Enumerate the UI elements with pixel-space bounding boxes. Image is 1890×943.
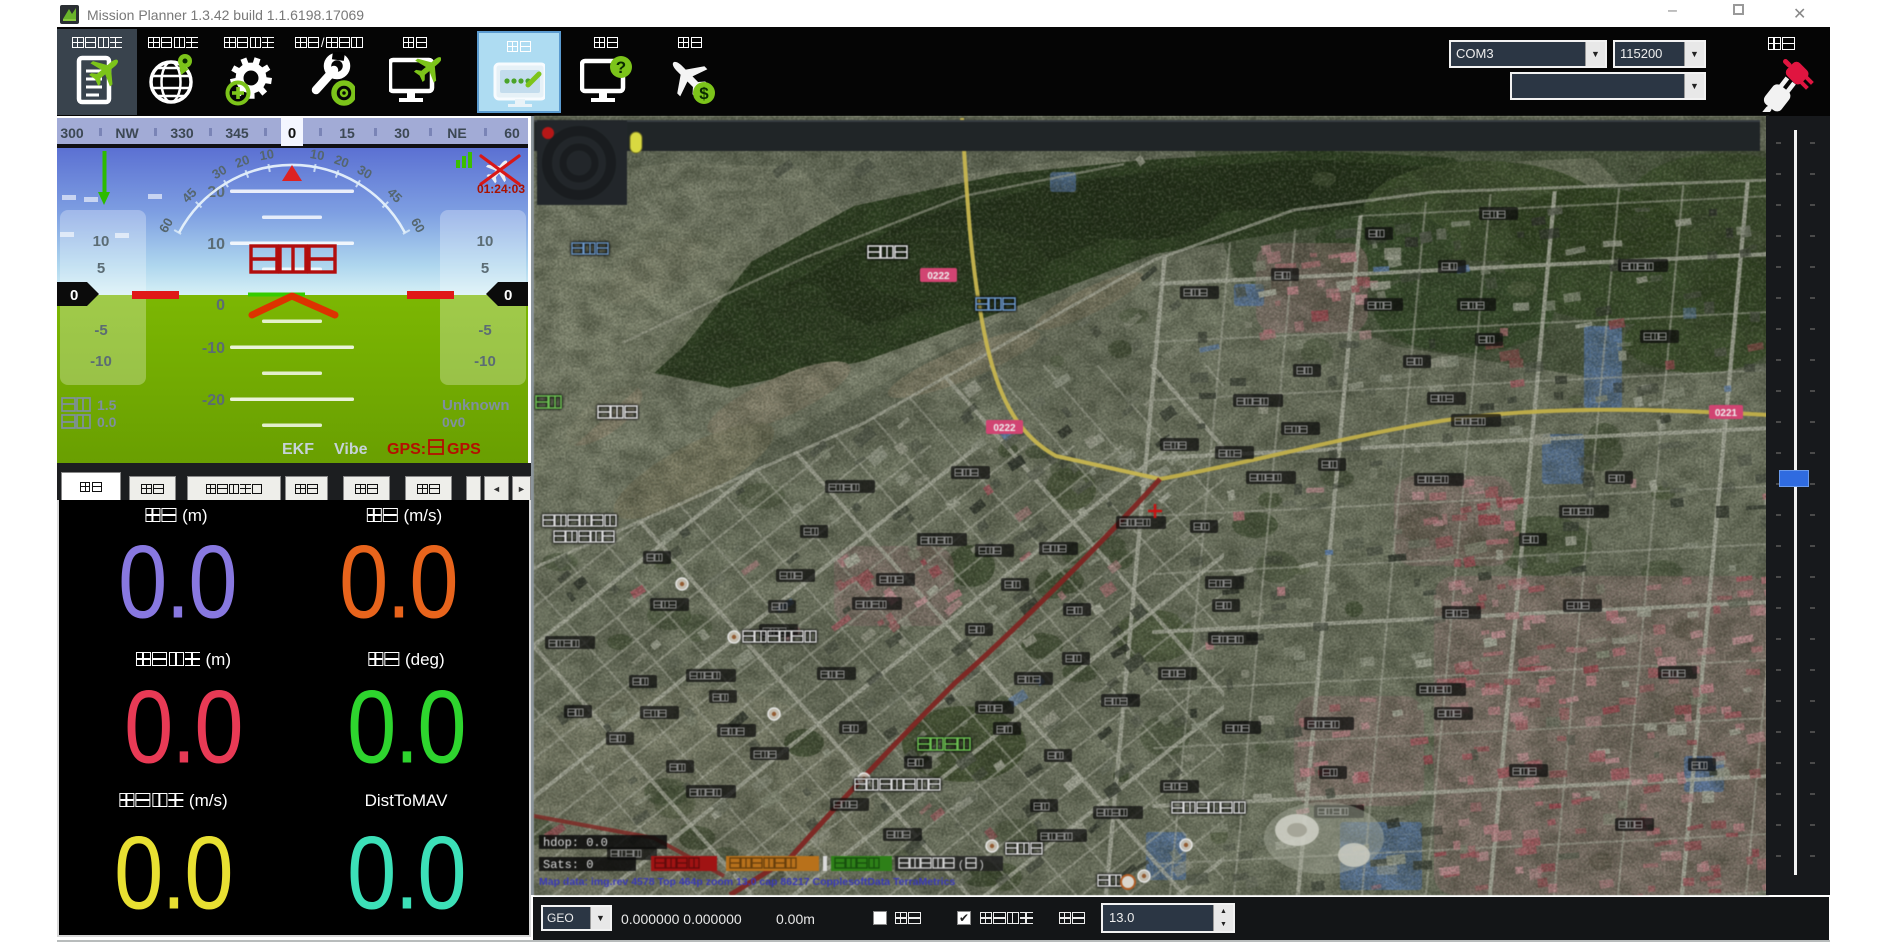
svg-text:5: 5 [481, 260, 489, 277]
svg-text:(: ( [959, 859, 963, 871]
svg-text:300: 300 [60, 125, 84, 141]
svg-text:): ) [980, 859, 984, 871]
svg-text:60: 60 [504, 125, 520, 141]
svg-text:GPS:: GPS: [387, 441, 426, 458]
svg-text:0: 0 [216, 297, 225, 314]
svg-text:10: 10 [93, 233, 110, 250]
svg-text:10: 10 [258, 146, 275, 163]
svg-text:-5: -5 [478, 322, 491, 339]
svg-text:01:24:03: 01:24:03 [477, 182, 525, 196]
svg-text:5: 5 [97, 260, 105, 277]
svg-text:10: 10 [477, 233, 494, 250]
svg-text:Sats: 0: Sats: 0 [543, 858, 593, 872]
svg-text:Vibe: Vibe [334, 441, 368, 458]
svg-text:10: 10 [309, 146, 326, 163]
svg-text:Map data: img.rev 4578 Top 464: Map data: img.rev 4578 Top 464p zoom 13.… [539, 876, 955, 888]
svg-text:-20: -20 [202, 392, 225, 409]
svg-text:330: 330 [170, 125, 194, 141]
svg-text:Unknown: Unknown [442, 397, 510, 414]
svg-text:1.5: 1.5 [97, 397, 117, 413]
svg-text:0.0: 0.0 [97, 414, 117, 430]
svg-text:0222: 0222 [993, 423, 1016, 434]
svg-text:0222: 0222 [927, 271, 950, 282]
svg-text:?: ? [616, 58, 626, 77]
svg-text:0: 0 [504, 287, 512, 304]
svg-text:$: $ [699, 84, 709, 103]
svg-text:15: 15 [339, 125, 355, 141]
svg-text:0v0: 0v0 [442, 414, 466, 430]
svg-text:345: 345 [225, 125, 249, 141]
svg-text:EKF: EKF [282, 441, 314, 458]
svg-text:0221: 0221 [1715, 408, 1738, 419]
svg-text:NW: NW [115, 125, 139, 141]
svg-text:10: 10 [207, 236, 225, 253]
svg-text:-10: -10 [90, 353, 112, 370]
svg-text:0: 0 [70, 287, 78, 304]
svg-text:-5: -5 [94, 322, 107, 339]
svg-text:hdop: 0.0: hdop: 0.0 [543, 836, 608, 850]
svg-text:-10: -10 [474, 353, 496, 370]
svg-text:GPS: GPS [447, 441, 481, 458]
svg-text:30: 30 [394, 125, 410, 141]
svg-text:NE: NE [447, 125, 466, 141]
svg-text:-10: -10 [202, 340, 225, 357]
svg-text:0: 0 [288, 125, 296, 142]
